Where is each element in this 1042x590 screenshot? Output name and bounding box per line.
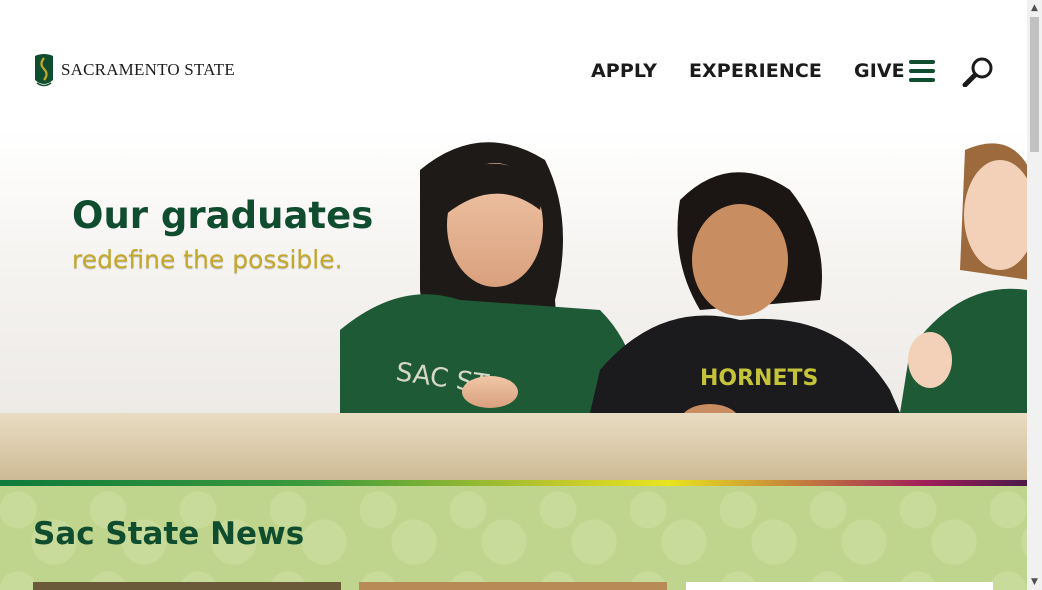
news-card-2[interactable] bbox=[359, 582, 667, 590]
scroll-thumb[interactable] bbox=[1030, 17, 1039, 152]
hamburger-icon[interactable] bbox=[909, 60, 935, 82]
hero-banner[interactable]: SAC ST HORNETS Our graduates redefine th… bbox=[0, 130, 1027, 480]
nav-experience[interactable]: EXPERIENCE bbox=[689, 60, 822, 82]
nav-give[interactable]: GIVE bbox=[854, 60, 905, 82]
brand-name: SACRAMENTO STATE bbox=[61, 60, 235, 79]
nav-apply[interactable]: APPLY bbox=[591, 60, 657, 82]
sacramento-state-logo[interactable]: SACRAMENTO STATE bbox=[33, 52, 235, 88]
news-title: Sac State News bbox=[33, 516, 305, 552]
news-card-1[interactable] bbox=[33, 582, 341, 590]
logo-hornet-icon bbox=[35, 54, 53, 87]
vertical-scrollbar[interactable]: ▲ ▼ bbox=[1027, 0, 1042, 590]
news-card-3[interactable] bbox=[686, 582, 993, 590]
hero-subtitle: redefine the possible. bbox=[72, 245, 343, 274]
scroll-up-arrow-icon[interactable]: ▲ bbox=[1027, 0, 1042, 16]
site-header: SACRAMENTO STATE APPLY EXPERIENCE GIVE bbox=[0, 0, 1027, 130]
hero-title: Our graduates bbox=[72, 194, 374, 237]
news-section: Sac State News bbox=[0, 486, 1027, 590]
hero-wall bbox=[0, 413, 1027, 480]
search-icon[interactable] bbox=[962, 55, 996, 87]
svg-text:HORNETS: HORNETS bbox=[700, 366, 818, 391]
main-nav: APPLY EXPERIENCE GIVE bbox=[591, 60, 937, 82]
scroll-down-arrow-icon[interactable]: ▼ bbox=[1027, 574, 1042, 590]
